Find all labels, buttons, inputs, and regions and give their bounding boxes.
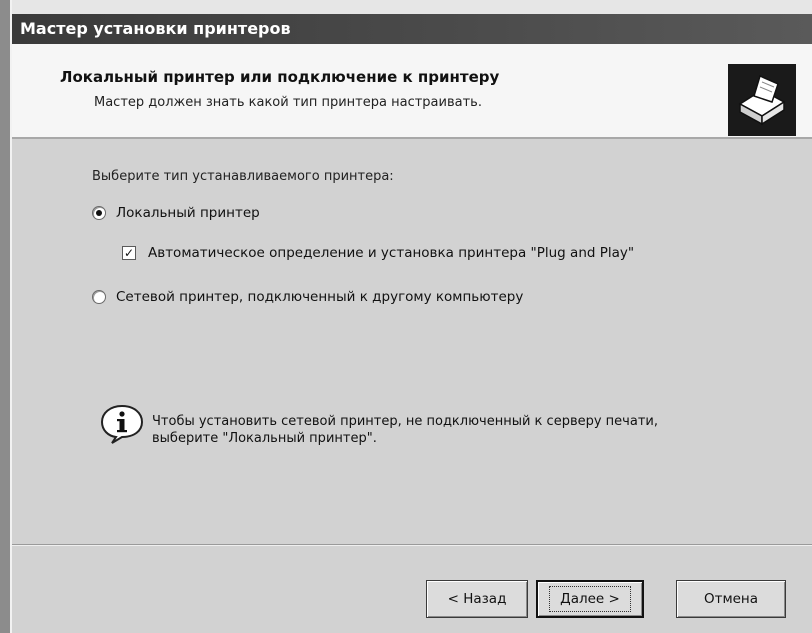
- radio-button-network[interactable]: [92, 290, 106, 304]
- checkbox-plug-and-play[interactable]: ✓ Автоматическое определение и установка…: [122, 245, 634, 261]
- header-subtitle: Мастер должен знать какой тип принтера н…: [94, 95, 482, 110]
- radio-local-label: Локальный принтер: [116, 205, 260, 221]
- printer-icon: [728, 64, 796, 136]
- info-icon: [100, 404, 144, 444]
- wizard-body: Выберите тип устанавливаемого принтера: …: [12, 139, 812, 539]
- back-button[interactable]: < Назад: [426, 580, 528, 618]
- printer-wizard-window: Мастер установки принтеров Локальный при…: [10, 0, 812, 633]
- radio-network-printer[interactable]: Сетевой принтер, подключенный к другому …: [92, 289, 523, 305]
- window-title: Мастер установки принтеров: [20, 19, 291, 38]
- cancel-button-label: Отмена: [703, 591, 759, 607]
- next-button-label: Далее >: [549, 586, 631, 612]
- window-top-strip: [12, 0, 812, 14]
- title-bar[interactable]: Мастер установки принтеров: [12, 14, 812, 44]
- info-line-2: выберите "Локальный принтер".: [152, 431, 377, 446]
- info-message: Чтобы установить сетевой принтер, не под…: [152, 413, 772, 447]
- printer-type-prompt: Выберите тип устанавливаемого принтера:: [92, 169, 394, 184]
- radio-button-local[interactable]: [92, 206, 106, 220]
- next-button[interactable]: Далее >: [536, 580, 644, 618]
- radio-local-printer[interactable]: Локальный принтер: [92, 205, 260, 221]
- wizard-header: Локальный принтер или подключение к прин…: [12, 44, 812, 139]
- info-line-1: Чтобы установить сетевой принтер, не под…: [152, 414, 658, 429]
- cancel-button[interactable]: Отмена: [676, 580, 786, 618]
- plug-and-play-checkbox[interactable]: ✓: [122, 246, 136, 260]
- radio-network-label: Сетевой принтер, подключенный к другому …: [116, 289, 524, 305]
- footer-divider: [12, 544, 812, 546]
- header-title: Локальный принтер или подключение к прин…: [60, 68, 500, 86]
- plug-and-play-label: Автоматическое определение и установка п…: [148, 245, 635, 261]
- back-button-label: < Назад: [447, 591, 507, 607]
